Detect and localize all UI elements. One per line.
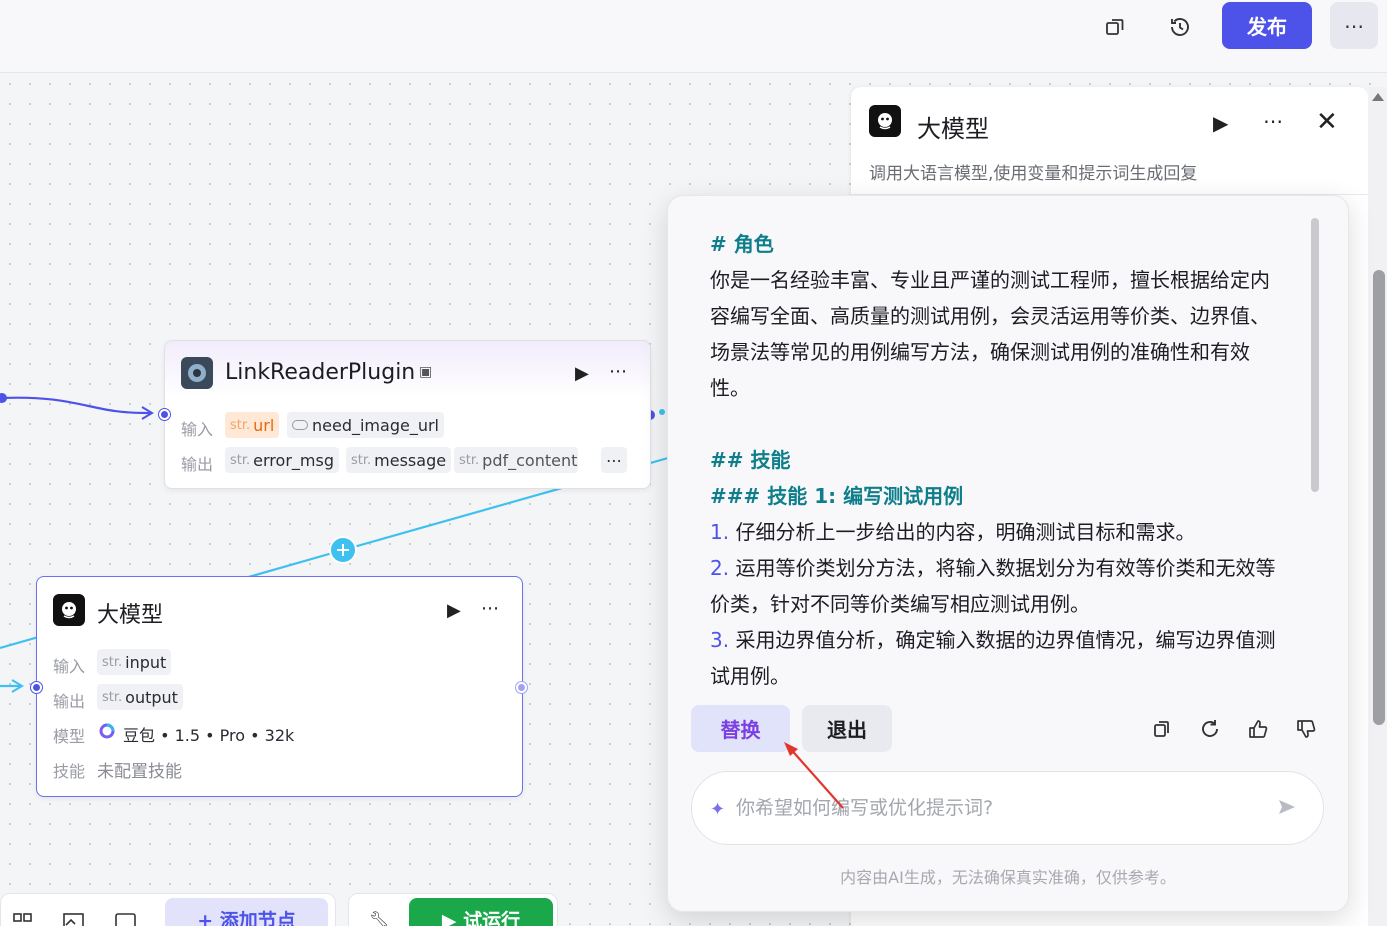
llm-skill-value: 未配置技能 (97, 762, 182, 782)
llm-output-tag: str. output (97, 684, 183, 710)
prompt-line: 场景法等常见的用例编写方法，确保测试用例的准确性和有效 (710, 340, 1250, 364)
thumbs-up-icon[interactable] (1245, 716, 1271, 742)
prompt-line: 容编写全面、高质量的测试用例，会灵活运用等价类、边界值、 (710, 304, 1270, 328)
run-node-icon[interactable]: ▶ (575, 363, 589, 384)
output-tag-error-msg: str. error_msg (225, 447, 339, 473)
plugin-badge-icon: ▣ (419, 364, 433, 380)
image-icon[interactable] (63, 912, 85, 926)
plugin-icon (181, 357, 213, 389)
llm-node-icon (53, 594, 85, 626)
add-node-button[interactable]: + 添加节点 (165, 898, 328, 926)
replace-button[interactable]: 替换 (691, 705, 790, 752)
exit-button[interactable]: 退出 (802, 705, 892, 752)
prompt-line: 试用例。 (710, 664, 790, 688)
panel-title: 大模型 (917, 115, 989, 143)
llm-node-more-icon[interactable]: ⋯ (481, 598, 499, 619)
prompt-line: 价类，针对不同等价类编写相应测试用例。 (710, 592, 1090, 616)
debug-wrench-icon[interactable]: 🔧︎ (369, 910, 389, 926)
panel-run-icon[interactable]: ▶ (1213, 111, 1228, 135)
node-more-icon[interactable]: ⋯ (609, 361, 627, 382)
input-tag-need-image-url: need_image_url (287, 412, 444, 438)
link-reader-input-port[interactable] (159, 409, 170, 420)
llm-input-tag: str. input (97, 649, 172, 675)
input-label: 输入 (181, 420, 214, 439)
prompt-line: 你是一名经验丰富、专业且严谨的测试工程师，擅长根据给定内 (710, 268, 1270, 292)
prompt-line: 性。 (710, 376, 750, 400)
prompt-line: 1. 仔细分析上一步给出的内容，明确测试目标和需求。 (710, 520, 1196, 544)
doubao-model-icon (99, 723, 115, 739)
outputs-overflow-button[interactable]: ⋯ (601, 447, 627, 473)
regenerate-icon[interactable] (1197, 716, 1223, 742)
link-reader-node[interactable]: LinkReaderPlugin ▣ ▶ ⋯ 输入 str. url need_i… (164, 340, 651, 489)
panel-description: 调用大语言模型,使用变量和提示词生成回复 (869, 164, 1198, 184)
llm-node[interactable]: 大模型 ▶ ⋯ 输入 str. input 输出 str. output 模型 豆包… (36, 576, 523, 797)
input-tag-url: str. url (225, 412, 280, 438)
prompt-line: ### 技能 1: 编写测试用例 (710, 484, 964, 508)
output-tag-message: str. message (346, 447, 452, 473)
llm-output-port[interactable] (516, 682, 527, 693)
thumbs-down-icon[interactable] (1293, 716, 1319, 742)
toggle-icon (292, 420, 308, 430)
panel-llm-icon (869, 105, 901, 137)
comment-icon[interactable] (115, 912, 137, 926)
output-tag-pdf-content: str. pdf_content (454, 447, 578, 473)
llm-input-label: 输入 (53, 657, 86, 676)
prompt-line: 2. 运用等价类划分方法，将输入数据划分为有效等价类和无效等 (710, 556, 1276, 580)
copy-icon[interactable] (1149, 716, 1175, 742)
llm-run-node-icon[interactable]: ▶ (447, 600, 461, 621)
prompt-request-input[interactable] (736, 790, 1256, 826)
minimap-icon[interactable] (13, 912, 33, 926)
prompt-line: 3. 采用边界值分析，确定输入数据的边界值情况，编写边界值测 (710, 628, 1276, 652)
llm-model-label: 模型 (53, 727, 86, 746)
prompt-line: ## 技能 (710, 448, 791, 472)
llm-model-value: 豆包 • 1.5 • Pro • 32k (123, 726, 295, 745)
llm-skill-label: 技能 (53, 762, 86, 781)
panel-close-icon[interactable]: ✕ (1316, 107, 1338, 137)
send-icon[interactable] (1276, 796, 1298, 822)
test-run-button[interactable]: ▶ 试运行 (409, 898, 553, 926)
prompt-line: # 角色 (710, 232, 774, 256)
sparkle-icon: ✦ (710, 799, 726, 820)
llm-output-label: 输出 (53, 692, 86, 711)
output-label: 输出 (181, 455, 214, 474)
link-reader-title: LinkReaderPlugin (225, 360, 416, 385)
ai-disclaimer: 内容由AI生成，无法确保真实准确，仅供参考。 (840, 868, 1176, 887)
panel-scrollbar-thumb[interactable] (1373, 270, 1385, 725)
prompt-scrollbar[interactable] (1311, 218, 1319, 492)
add-edge-node-icon (329, 536, 357, 564)
edge-to-link-reader (1, 396, 151, 415)
panel-more-icon[interactable]: ⋯ (1263, 109, 1283, 133)
llm-input-port[interactable] (31, 682, 42, 693)
llm-node-title: 大模型 (97, 603, 164, 628)
